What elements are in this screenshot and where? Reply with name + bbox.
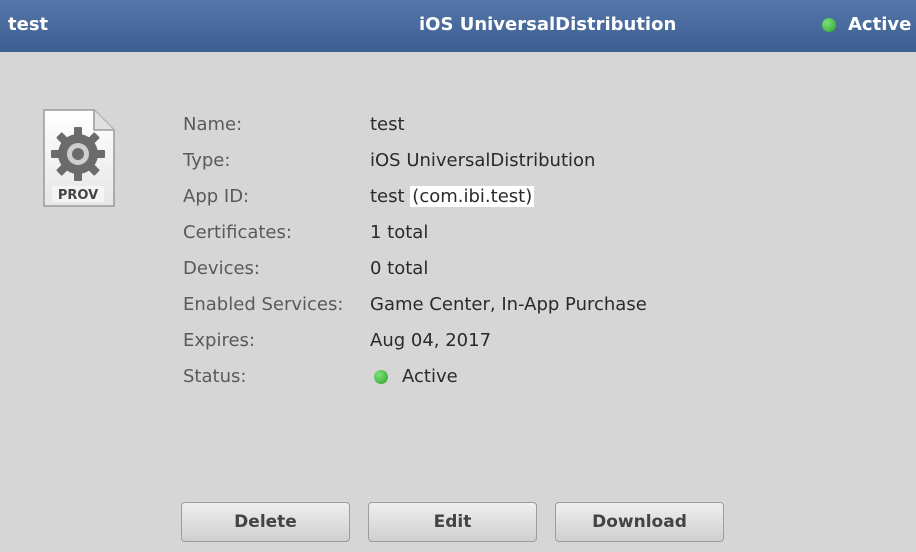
devices-label: Devices: bbox=[183, 258, 261, 279]
status-label: Status: bbox=[183, 366, 247, 387]
edit-button[interactable]: Edit bbox=[368, 502, 537, 542]
title-bar: test iOS UniversalDistribution Active bbox=[0, 0, 916, 52]
enabled-services-label: Enabled Services: bbox=[183, 294, 344, 315]
certificates-label: Certificates: bbox=[183, 222, 292, 243]
name-label: Name: bbox=[183, 114, 243, 135]
status-value-text: Active bbox=[402, 366, 458, 387]
profile-name-title: test bbox=[8, 14, 49, 35]
certificates-value: 1 total bbox=[370, 222, 429, 243]
status-dot-icon bbox=[374, 369, 388, 384]
expires-label: Expires: bbox=[183, 330, 255, 351]
enabled-services-value: Game Center, In-App Purchase bbox=[370, 294, 647, 315]
app-id-name: test bbox=[370, 186, 411, 207]
icon-label: PROV bbox=[57, 188, 99, 203]
status-dot-icon bbox=[822, 17, 836, 32]
type-label: Type: bbox=[183, 150, 231, 171]
app-id-value: test (com.ibi.test) bbox=[370, 186, 535, 207]
download-button[interactable]: Download bbox=[555, 502, 724, 542]
app-id-label: App ID: bbox=[183, 186, 250, 207]
app-id-bundle: (com.ibi.test) bbox=[410, 186, 535, 207]
expires-value: Aug 04, 2017 bbox=[370, 330, 492, 351]
delete-button[interactable]: Delete bbox=[181, 502, 350, 542]
devices-value: 0 total bbox=[370, 258, 429, 279]
header-status-label: Active bbox=[848, 14, 912, 35]
name-value: test bbox=[370, 114, 405, 135]
provisioning-profile-icon: PROV bbox=[40, 108, 116, 208]
profile-type-title: iOS UniversalDistribution bbox=[419, 14, 677, 35]
header-status: Active bbox=[822, 14, 911, 35]
type-value: iOS UniversalDistribution bbox=[370, 150, 596, 171]
status-value: Active bbox=[374, 366, 458, 387]
